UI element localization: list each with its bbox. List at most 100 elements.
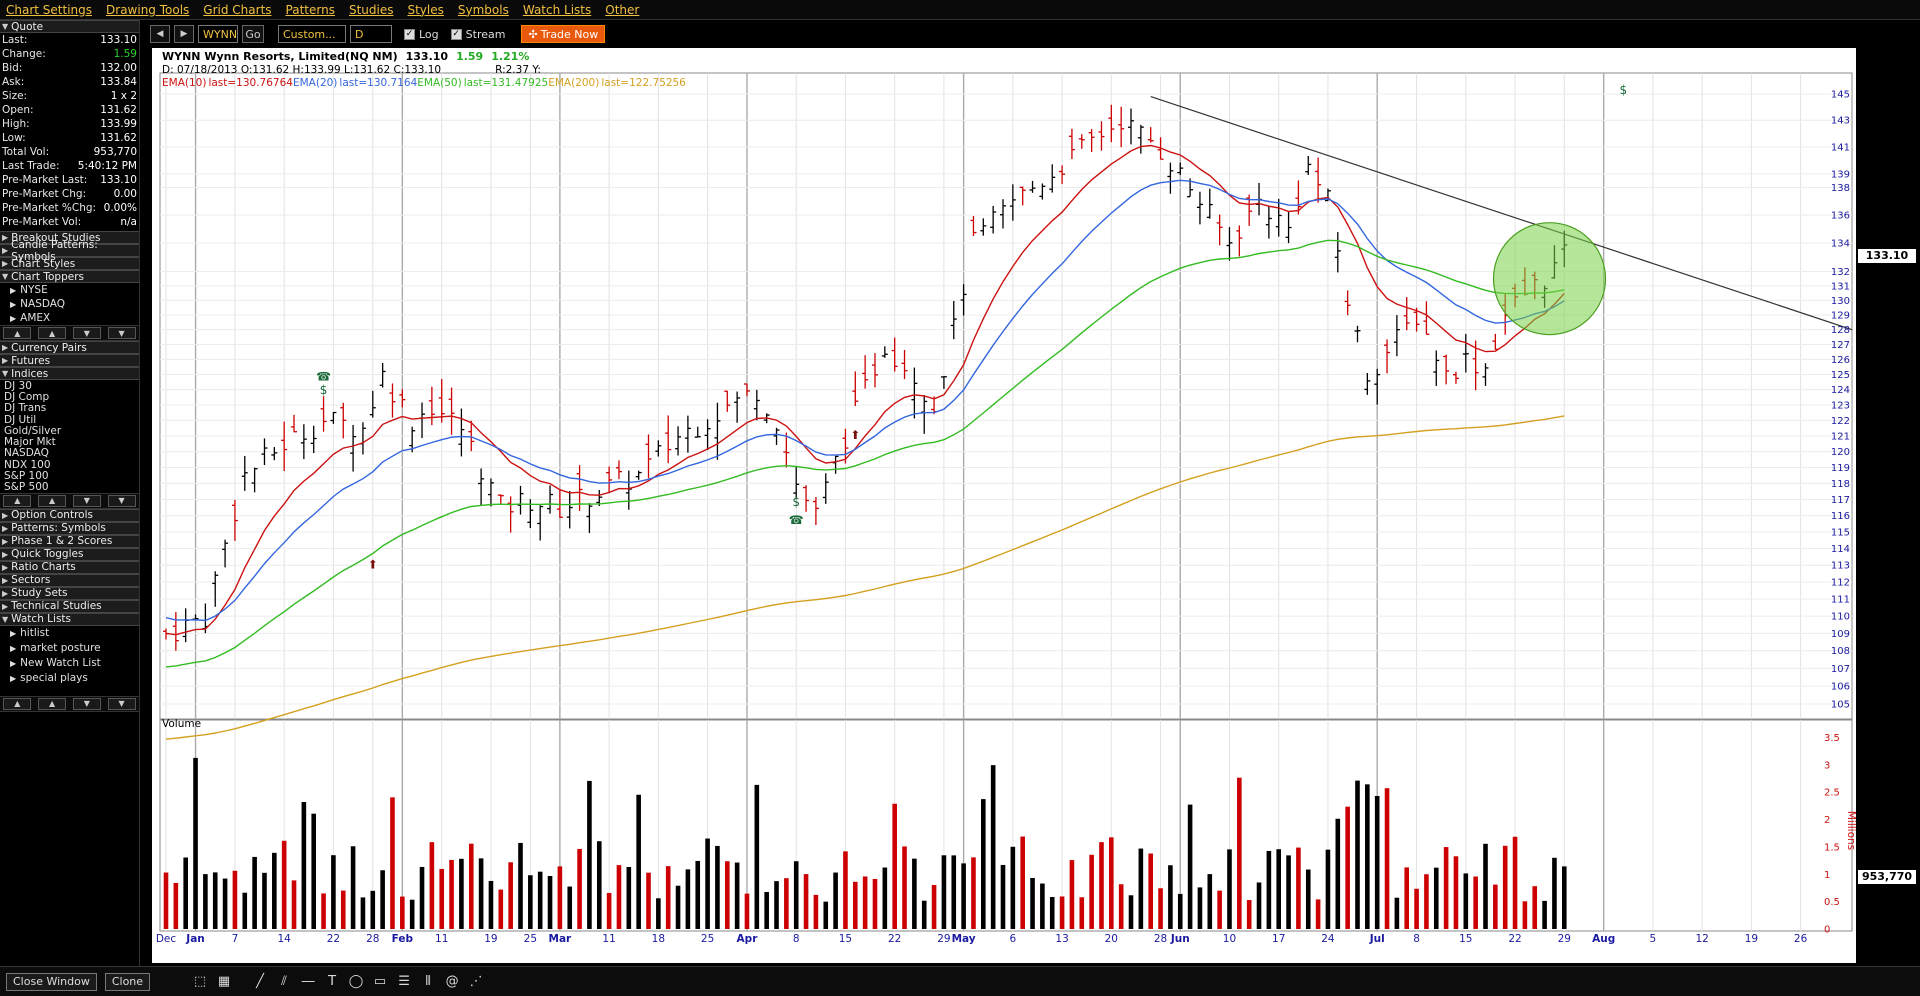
- cycle-tool-icon[interactable]: ⦀: [418, 973, 438, 991]
- period-select[interactable]: D: [350, 25, 392, 43]
- menu-chart-settings[interactable]: Chart Settings: [6, 3, 92, 17]
- scroll-down-icon[interactable]: ▼: [107, 697, 136, 710]
- scroll-down-icon[interactable]: ▼: [107, 494, 136, 507]
- watch-list-item[interactable]: ▶ market posture: [0, 641, 139, 656]
- menu-grid-charts[interactable]: Grid Charts: [203, 3, 271, 17]
- go-button[interactable]: Go: [242, 25, 264, 43]
- section-header[interactable]: ▶ Futures: [0, 354, 139, 367]
- trade-now-label: Trade Now: [540, 27, 599, 41]
- scroll-down-icon[interactable]: ▼: [72, 327, 101, 339]
- select-tool-icon[interactable]: ⬚: [190, 973, 210, 991]
- earnings-up-icon[interactable]: ⬆: [850, 428, 860, 442]
- watch-list-item[interactable]: ▶ New Watch List: [0, 656, 139, 671]
- section-header[interactable]: ▼ Quote: [0, 20, 139, 33]
- section-header[interactable]: ▼ Chart Toppers: [0, 270, 139, 283]
- expand-right-icon: ▶: [2, 233, 9, 242]
- section-header[interactable]: ▶ Currency Pairs: [0, 341, 139, 354]
- index-item[interactable]: S&P 100: [0, 470, 139, 482]
- volume-bar: [902, 846, 907, 929]
- menu-drawing-tools[interactable]: Drawing Tools: [106, 3, 189, 17]
- menu-patterns[interactable]: Patterns: [286, 3, 335, 17]
- scroll-up-icon[interactable]: ▲: [38, 697, 67, 710]
- scroll-up-icon[interactable]: ▲: [3, 697, 32, 710]
- ellipse-tool-icon[interactable]: ◯: [346, 973, 366, 991]
- channel-tool-icon[interactable]: ⫽: [274, 973, 294, 991]
- section-header[interactable]: ▶ Ratio Charts: [0, 560, 139, 574]
- scroll-up-icon[interactable]: ▲: [3, 327, 32, 339]
- index-item[interactable]: NDX 100: [0, 459, 139, 471]
- previous-symbol-button[interactable]: ◀: [150, 25, 170, 43]
- fibonacci-tool-icon[interactable]: ☰: [394, 973, 414, 991]
- next-symbol-button[interactable]: ▶: [174, 25, 194, 43]
- section-header[interactable]: ▶ Study Sets: [0, 586, 139, 600]
- index-item[interactable]: NASDAQ: [0, 447, 139, 459]
- quote-label: Total Vol:: [2, 146, 50, 158]
- scroll-up-icon[interactable]: ▲: [3, 494, 32, 507]
- section-header[interactable]: ▶ Phase 1 & 2 Scores: [0, 534, 139, 548]
- index-item[interactable]: S&P 500: [0, 481, 139, 493]
- menu-styles[interactable]: Styles: [407, 3, 443, 17]
- section-header[interactable]: ▶ Sectors: [0, 573, 139, 587]
- dividend-icon[interactable]: $: [792, 495, 800, 509]
- price-tick-label: 107: [1831, 664, 1850, 675]
- symbol-input[interactable]: WYNN: [198, 25, 238, 43]
- section-label: Chart Toppers: [11, 270, 84, 283]
- line-tool-icon[interactable]: ╱: [250, 973, 270, 991]
- volume-bar: [577, 848, 582, 929]
- index-item[interactable]: DJ Trans: [0, 402, 139, 414]
- section-header[interactable]: ▶ Technical Studies: [0, 599, 139, 613]
- earnings-up-icon[interactable]: ⬆: [368, 558, 378, 572]
- dividend-icon[interactable]: $: [1620, 83, 1628, 97]
- volume-bar: [1296, 847, 1301, 929]
- stream-checkbox[interactable]: ✓ Stream: [450, 28, 505, 41]
- index-item[interactable]: Major Mkt: [0, 436, 139, 448]
- phone-icon[interactable]: ☎: [316, 370, 331, 384]
- section-header[interactable]: ▼ Watch Lists: [0, 612, 139, 626]
- horizontal-line-icon[interactable]: ―: [298, 973, 318, 991]
- log-checkbox[interactable]: ✓ Log: [404, 28, 439, 41]
- menu-symbols[interactable]: Symbols: [458, 3, 509, 17]
- close-window-button[interactable]: Close Window: [6, 972, 97, 991]
- trade-icon: ✣: [528, 27, 538, 41]
- spiral-tool-icon[interactable]: @: [442, 973, 462, 991]
- index-item[interactable]: DJ Util: [0, 414, 139, 426]
- scroll-down-icon[interactable]: ▼: [72, 697, 101, 710]
- index-item[interactable]: DJ Comp: [0, 391, 139, 403]
- menu-other[interactable]: Other: [605, 3, 639, 17]
- scroll-down-icon[interactable]: ▼: [72, 494, 101, 507]
- grid-tool-icon[interactable]: ▦: [214, 973, 234, 991]
- gann-fan-icon[interactable]: ⋰: [466, 973, 486, 991]
- highlight-circle[interactable]: [1492, 222, 1607, 336]
- section-header[interactable]: ▼ Indices: [0, 367, 139, 380]
- volume-bar: [1374, 795, 1380, 929]
- quote-label: Change:: [2, 48, 46, 60]
- price-chart[interactable]: Dec Jan 7 14 22 28 Feb 11 19 25 Mar 11 18 25 Apr 8 15 22 2…: [152, 48, 1856, 963]
- chart-topper-item[interactable]: ▶ AMEX: [0, 311, 139, 325]
- section-header[interactable]: ▶ Patterns: Symbols: [0, 521, 139, 535]
- scroll-up-icon[interactable]: ▲: [38, 327, 67, 339]
- rectangle-tool-icon[interactable]: ▭: [370, 973, 390, 991]
- range-select[interactable]: Custom...: [278, 25, 346, 43]
- phone-icon[interactable]: ☎: [789, 513, 804, 527]
- clone-button[interactable]: Clone: [104, 972, 151, 991]
- scroll-down-icon[interactable]: ▼: [107, 327, 136, 339]
- chart-panel[interactable]: Dec Jan 7 14 22 28 Feb 11 19 25 Mar 11 18 25 Apr 8 15 22 2…: [152, 48, 1856, 963]
- index-item[interactable]: Gold/Silver: [0, 425, 139, 437]
- x-tick-label: 22: [1508, 933, 1521, 945]
- menu-studies[interactable]: Studies: [349, 3, 394, 17]
- chart-topper-item[interactable]: ▶ NYSE: [0, 283, 139, 297]
- section-label: Futures: [11, 354, 51, 367]
- section-header[interactable]: ▶ Quick Toggles: [0, 547, 139, 561]
- section-header[interactable]: ▶ Option Controls: [0, 508, 139, 522]
- watch-list-item[interactable]: ▶ hitlist: [0, 626, 139, 641]
- dividend-icon[interactable]: $: [320, 383, 328, 397]
- index-item[interactable]: DJ 30: [0, 380, 139, 392]
- volume-bar: [390, 797, 395, 929]
- watch-list-item[interactable]: ▶ special plays: [0, 671, 139, 686]
- scroll-up-icon[interactable]: ▲: [38, 494, 67, 507]
- section-header[interactable]: ▶ Candle Patterns: Symbols: [0, 239, 139, 263]
- trade-now-button[interactable]: ✣ Trade Now: [521, 25, 606, 43]
- text-tool-icon[interactable]: T: [322, 973, 342, 991]
- chart-topper-item[interactable]: ▶ NASDAQ: [0, 297, 139, 311]
- menu-watch-lists[interactable]: Watch Lists: [523, 3, 591, 17]
